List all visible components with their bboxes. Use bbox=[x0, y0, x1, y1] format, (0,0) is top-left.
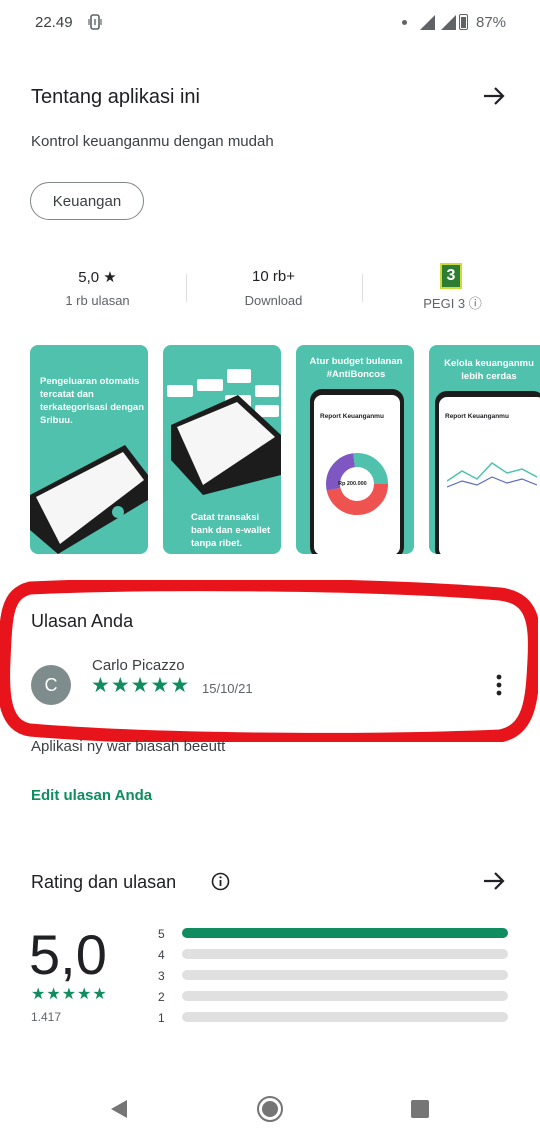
star-icon: ★ bbox=[110, 674, 130, 697]
ratings-arrow-icon[interactable] bbox=[480, 867, 508, 895]
back-icon[interactable] bbox=[108, 1098, 130, 1120]
vibrate-icon bbox=[88, 14, 102, 30]
review-count: 1.417 bbox=[31, 1010, 62, 1024]
star-icon: ★ bbox=[91, 674, 110, 697]
signal-icon-2 bbox=[441, 15, 456, 30]
screenshot-1-caption: Pengeluaran otomatis tercatat dan terkat… bbox=[40, 376, 145, 426]
line-chart-icon bbox=[447, 462, 537, 488]
phone-frame: Report Keuanganmu Rp 200.000 bbox=[310, 389, 404, 554]
about-arrow-icon[interactable] bbox=[480, 82, 508, 110]
stats-divider-2 bbox=[362, 274, 363, 302]
edit-review-link[interactable]: Edit ulasan Anda bbox=[31, 787, 152, 804]
rating-bar bbox=[182, 928, 508, 938]
ratings-title: Rating dan ulasan bbox=[31, 872, 177, 892]
rating-label: 1 rb ulasan bbox=[65, 293, 130, 308]
screenshot-3[interactable]: Atur budget bulanan #AntiBoncos Report K… bbox=[296, 345, 414, 554]
home-icon[interactable] bbox=[256, 1095, 284, 1123]
rating-bar-label: 4 bbox=[158, 948, 165, 962]
more-options-icon[interactable] bbox=[489, 673, 509, 697]
phone-illustration bbox=[30, 445, 148, 554]
review-date: 15/10/21 bbox=[202, 681, 253, 696]
your-review-title: Ulasan Anda bbox=[31, 611, 134, 631]
about-title: Tentang aplikasi ini bbox=[31, 86, 200, 108]
recents-icon[interactable] bbox=[411, 1100, 429, 1118]
screen-amount: Rp 200.000 bbox=[338, 481, 367, 487]
category-chip[interactable]: Keuangan bbox=[30, 182, 144, 220]
phone-illustration-2 bbox=[167, 369, 281, 495]
rating-bar bbox=[182, 991, 508, 1001]
battery-icon bbox=[459, 14, 468, 30]
rating-bar bbox=[182, 949, 508, 959]
rating-bar bbox=[182, 970, 508, 980]
rating-value: 5,0 ★ bbox=[78, 269, 117, 286]
rating-bar-label: 2 bbox=[158, 990, 165, 1004]
average-rating: 5,0 bbox=[29, 923, 107, 986]
highlight-annotation bbox=[0, 580, 538, 742]
battery-percent: 87% bbox=[476, 14, 507, 31]
star-icon: ★ bbox=[46, 986, 61, 1003]
star-icon: ★ bbox=[130, 674, 150, 697]
screenshot-2[interactable]: Catat transaksi bank dan e-wallet tanpa … bbox=[163, 345, 281, 554]
screenshot-3-caption: Atur budget bulanan #AntiBoncos bbox=[309, 356, 403, 380]
review-stars: ★ ★ ★ ★ ★ bbox=[91, 675, 189, 697]
rating-bar-label: 1 bbox=[158, 1011, 165, 1025]
downloads-value: 10 rb+ bbox=[252, 268, 295, 285]
screen-title: Report Keuanganmu bbox=[320, 413, 384, 420]
screen-title-2: Report Keuanganmu bbox=[445, 413, 509, 420]
rating-bar-label: 3 bbox=[158, 969, 165, 983]
rating-bar-label: 5 bbox=[158, 927, 165, 941]
screenshot-1[interactable]: Pengeluaran otomatis tercatat dan terkat… bbox=[30, 345, 148, 554]
pegi-label[interactable]: PEGI 3 ⓘ bbox=[395, 293, 510, 312]
screenshot-4[interactable]: Kelola keuanganmu lebih cerdas Report Ke… bbox=[429, 345, 540, 554]
about-description: Kontrol keuanganmu dengan mudah bbox=[31, 133, 274, 150]
info-icon[interactable] bbox=[211, 872, 230, 891]
avatar: C bbox=[31, 665, 71, 705]
status-time: 22.49 bbox=[35, 14, 73, 31]
pegi-badge-icon: 3 bbox=[440, 263, 462, 289]
star-icon: ★ bbox=[61, 986, 77, 1003]
screenshot-2-caption: Catat transaksi bank dan e-wallet tanpa … bbox=[191, 512, 271, 549]
stats-divider bbox=[186, 274, 187, 302]
reviewer-name: Carlo Picazzo bbox=[92, 657, 185, 674]
rating-bar bbox=[182, 1012, 508, 1022]
star-icon: ★ bbox=[77, 986, 92, 1003]
star-icon: ★ bbox=[150, 674, 170, 697]
notification-dot bbox=[402, 20, 407, 25]
signal-icon bbox=[420, 15, 435, 30]
star-icon: ★ bbox=[170, 674, 190, 697]
rating-bar-fill bbox=[182, 928, 508, 938]
downloads-label: Download bbox=[244, 293, 303, 308]
summary-stars: ★ ★ ★ ★ ★ bbox=[31, 987, 107, 1003]
review-text: Aplikasi ny war biasah beeutt bbox=[31, 738, 226, 755]
star-icon: ★ bbox=[92, 986, 107, 1003]
screenshot-4-caption: Kelola keuanganmu lebih cerdas bbox=[444, 358, 534, 382]
star-icon: ★ bbox=[31, 986, 46, 1003]
phone-frame-2: Report Keuanganmu bbox=[435, 391, 540, 554]
